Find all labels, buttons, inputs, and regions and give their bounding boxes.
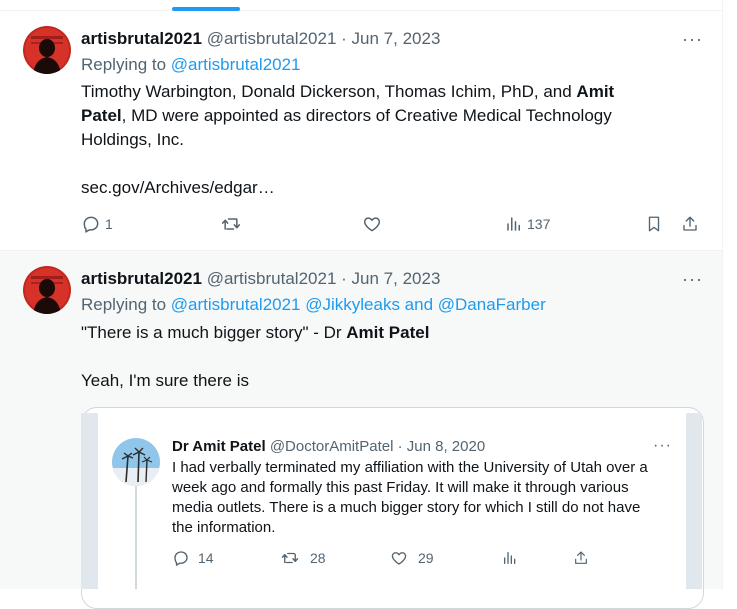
share-icon <box>573 549 589 567</box>
tweet-text-line: Yeah, I'm sure there is <box>81 371 249 390</box>
quoted-display-name[interactable]: Dr Amit Patel <box>172 438 266 455</box>
tweet-text-line: "There is a much bigger story" - Dr Amit… <box>81 321 429 345</box>
quoted-handle[interactable]: @DoctorAmitPatel <box>270 438 394 455</box>
tweet-link[interactable]: sec.gov/Archives/edgar… <box>81 176 275 200</box>
like-icon <box>362 214 382 234</box>
more-icon[interactable]: ··· <box>682 29 703 50</box>
tweet[interactable]: artisbrutal2021 @artisbrutal2021 · Jun 7… <box>0 11 722 250</box>
tweet-text-bold: Patel <box>81 106 122 125</box>
tweet-text-bold: Amit <box>576 82 615 101</box>
separator: · <box>341 269 347 288</box>
more-icon[interactable]: ··· <box>682 269 703 290</box>
quoted-text: I had verbally terminated my affiliation… <box>172 458 672 538</box>
quoted-avatar[interactable] <box>112 438 160 486</box>
quoted-text-line: week ago and formally this past Friday. … <box>172 479 629 496</box>
quoted-text-line: I had verbally terminated my affiliation… <box>172 459 648 476</box>
reply-icon <box>81 214 101 234</box>
handle[interactable]: @artisbrutal2021 <box>207 269 337 288</box>
timeline-right-border <box>722 0 723 589</box>
quote-frame-left <box>81 413 98 589</box>
tweet-text: Timothy Warbington, Donald Dickerson, Th… <box>81 80 681 152</box>
tweet-header: artisbrutal2021 @artisbrutal2021 · Jun 7… <box>81 269 440 289</box>
display-name[interactable]: artisbrutal2021 <box>81 29 202 48</box>
like-icon <box>390 549 408 567</box>
retweet-button[interactable] <box>220 214 246 234</box>
reply-button[interactable]: 1 <box>81 214 113 234</box>
reply-icon <box>172 549 190 567</box>
quoted-text-line: the information. <box>172 519 276 536</box>
quoted-header: Dr Amit Patel @DoctorAmitPatel · Jun 8, … <box>172 438 485 455</box>
quoted-text-line: media outlets. There is a much bigger st… <box>172 499 641 516</box>
tweet-text-bold: Amit Patel <box>346 323 430 342</box>
retweet-icon <box>220 214 242 234</box>
views-count: 137 <box>527 216 551 232</box>
replying-to-link[interactable]: @artisbrutal2021 <box>171 55 301 74</box>
quote-frame-right <box>686 413 702 589</box>
tweet-text-line: Holdings, Inc. <box>81 130 184 149</box>
separator: · <box>341 29 347 48</box>
quoted-like-count: 29 <box>418 550 434 566</box>
replying-label: Replying to <box>81 295 167 314</box>
tweet-text-span: "There is a much bigger story" - Dr <box>81 323 342 342</box>
tweet-header: artisbrutal2021 @artisbrutal2021 · Jun 7… <box>81 29 440 49</box>
quoted-reply-count: 14 <box>198 550 214 566</box>
tweet-text-line: , MD were appointed as directors of Crea… <box>121 106 612 125</box>
reply-count: 1 <box>105 216 113 232</box>
quoted-views-button[interactable] <box>502 549 518 567</box>
avatar[interactable] <box>23 26 71 74</box>
like-button[interactable] <box>362 214 386 234</box>
views-button[interactable]: 137 <box>505 214 550 234</box>
separator: · <box>397 438 403 455</box>
tweet-text-line: Timothy Warbington, Donald Dickerson, Th… <box>81 82 572 101</box>
quoted-more-icon[interactable]: ··· <box>653 437 672 455</box>
quoted-share-button[interactable] <box>573 549 589 567</box>
quoted-retweet-count: 28 <box>310 550 326 566</box>
thread-line <box>135 484 137 589</box>
quoted-retweet-button[interactable]: 28 <box>280 549 326 567</box>
replying-label: Replying to <box>81 55 167 74</box>
replying-to: Replying to @artisbrutal2021 @Jikkyleaks… <box>81 295 546 315</box>
quoted-reply-button[interactable]: 14 <box>172 549 214 567</box>
share-icon <box>681 214 699 234</box>
display-name[interactable]: artisbrutal2021 <box>81 269 202 288</box>
bookmark-icon <box>645 214 663 234</box>
bookmark-button[interactable] <box>645 214 663 234</box>
quoted-date[interactable]: Jun 8, 2020 <box>407 438 485 455</box>
retweet-icon <box>280 549 300 567</box>
handle[interactable]: @artisbrutal2021 <box>207 29 337 48</box>
replying-to-link[interactable]: @artisbrutal2021 @Jikkyleaks and @DanaFa… <box>171 295 546 314</box>
share-button[interactable] <box>681 214 699 234</box>
views-icon <box>502 549 518 567</box>
tweet-date[interactable]: Jun 7, 2023 <box>352 269 441 288</box>
views-icon <box>505 214 523 234</box>
tweet-date[interactable]: Jun 7, 2023 <box>352 29 441 48</box>
avatar[interactable] <box>23 266 71 314</box>
quoted-like-button[interactable]: 29 <box>390 549 434 567</box>
replying-to: Replying to @artisbrutal2021 <box>81 55 301 75</box>
